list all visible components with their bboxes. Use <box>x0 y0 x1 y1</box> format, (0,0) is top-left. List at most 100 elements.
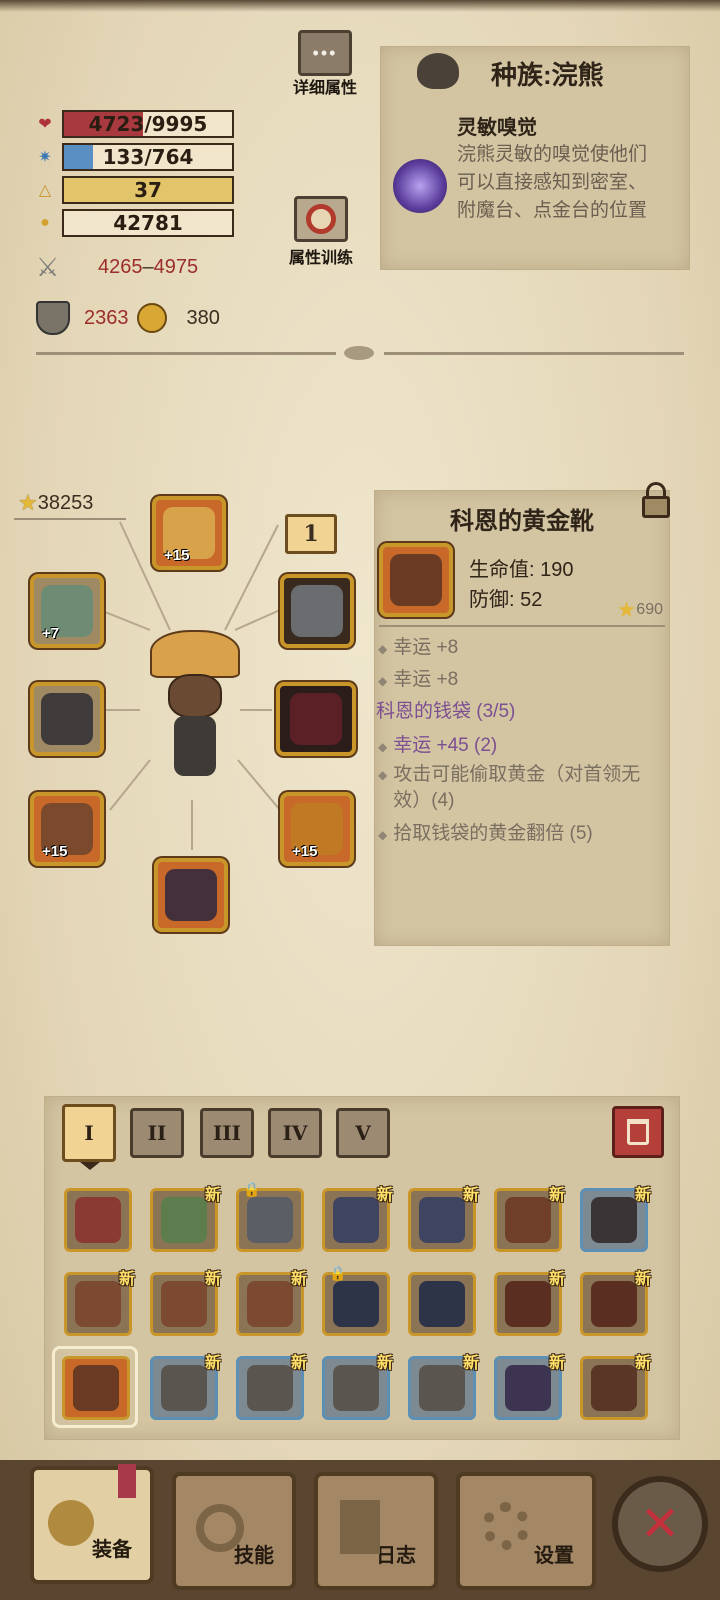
chest-slot[interactable] <box>276 682 356 756</box>
hp-value: 4723/9995 <box>88 112 208 136</box>
inventory-tab-1[interactable]: I <box>62 1104 116 1162</box>
inventory-tab-3[interactable]: III <box>200 1108 254 1158</box>
new-badge: 新 <box>290 1355 307 1372</box>
item-affix-1-text: 幸运 +8 <box>393 637 459 658</box>
inventory-slot[interactable]: 新 <box>494 1271 565 1336</box>
attack-row: ⚔ 4265 – 4975 <box>36 250 198 284</box>
inventory-slot[interactable] <box>408 1272 476 1336</box>
new-badge: 新 <box>548 1355 565 1372</box>
attack-min: 4265 <box>98 255 143 278</box>
new-badge: 新 <box>634 1187 651 1204</box>
inventory-slot-selected[interactable] <box>62 1356 130 1420</box>
item-set-bonus-3: ◆ 拾取钱袋的黄金翻倍 (5) <box>378 823 593 844</box>
inventory-tab-2[interactable]: II <box>130 1108 184 1158</box>
inventory-slot[interactable]: 新 <box>150 1271 221 1336</box>
inventory-slot[interactable]: 新 <box>494 1355 565 1420</box>
close-button[interactable]: ✕ <box>612 1476 708 1572</box>
leather-armor-icon <box>505 1197 551 1243</box>
new-badge: 新 <box>634 1271 651 1288</box>
item-set-bonus-3-text: 拾取钱袋的黄金翻倍 (5) <box>393 823 593 844</box>
inventory-tab-5[interactable]: V <box>336 1108 390 1158</box>
axe-icon <box>75 1197 121 1243</box>
leather-vest-icon <box>247 1281 293 1327</box>
set-count-badge[interactable]: 1 <box>285 514 337 554</box>
bow-icon <box>41 693 93 745</box>
inventory-slot[interactable]: 🔒 <box>322 1265 390 1336</box>
nav-equip-label: 装备 <box>92 1539 132 1561</box>
new-badge: 新 <box>204 1187 221 1204</box>
trait-description: 浣熊灵敏的嗅觉使他们可以直接感知到密室、附魔台、点金台的位置 <box>457 144 648 221</box>
level-triangle-icon: △ <box>38 182 52 199</box>
inventory-slot[interactable]: 新 <box>580 1187 651 1252</box>
training-button[interactable] <box>294 196 348 242</box>
boots-slot[interactable] <box>154 858 228 932</box>
trash-button[interactable] <box>612 1106 664 1158</box>
new-badge: 新 <box>548 1187 565 1204</box>
new-badge: 新 <box>118 1271 135 1288</box>
inventory-slot[interactable]: 新 <box>150 1187 221 1252</box>
inventory-tab-4[interactable]: IV <box>268 1108 322 1158</box>
inventory-slot[interactable]: 新 <box>236 1355 307 1420</box>
necklace-enhance-level: +7 <box>42 625 60 642</box>
item-set-bonus-2-text: 攻击可能偷取黄金（对首领无效）(4) <box>393 764 641 811</box>
inventory-slot[interactable]: 新 <box>408 1355 479 1420</box>
necklace-slot[interactable]: +7 <box>30 574 104 648</box>
star-icon: ★ <box>616 597 637 622</box>
weapon-slot[interactable] <box>30 682 104 756</box>
plate-armor-icon <box>333 1281 379 1327</box>
new-badge: 新 <box>376 1187 393 1204</box>
leather-pants-icon <box>591 1281 637 1327</box>
item-set-bonus-1: ◆ 幸运 +45 (2) <box>378 735 498 756</box>
armor-top-slot[interactable] <box>280 574 354 648</box>
leather-pants-icon <box>505 1281 551 1327</box>
inventory-slot[interactable]: 新 <box>236 1271 307 1336</box>
item-set-name: 科恩的钱袋 (3/5) <box>376 701 516 722</box>
inventory-slot[interactable] <box>64 1188 132 1252</box>
hp-row: ❤ 4723/9995 <box>34 110 234 138</box>
nav-skills-button[interactable]: 技能 <box>172 1472 296 1590</box>
helmet-mask-icon <box>247 1197 293 1243</box>
nav-settings-button[interactable]: 设置 <box>456 1472 596 1590</box>
inventory-slot[interactable]: 新 <box>322 1355 393 1420</box>
mp-row: ✷ 133/764 <box>34 143 234 171</box>
gold-value: 42781 <box>113 211 183 235</box>
level-value: 37 <box>134 178 162 202</box>
defense-value: 2363 <box>84 306 129 329</box>
spiked-boots-icon <box>333 1365 379 1411</box>
character-body <box>174 716 216 776</box>
details-button[interactable]: ••• <box>298 30 352 76</box>
nav-equip-button[interactable]: 装备 <box>30 1464 154 1584</box>
item-affix-2-text: 幸运 +8 <box>393 669 459 690</box>
hat-icon <box>150 630 240 678</box>
nav-skills-label: 技能 <box>234 1545 274 1567</box>
luck-coin-icon <box>136 303 167 333</box>
belt-slot[interactable]: +15 <box>280 792 354 866</box>
inventory-slot[interactable]: 新 <box>322 1187 393 1252</box>
mp-bar: 133/764 <box>62 143 234 171</box>
spiked-boots-icon <box>247 1365 293 1411</box>
helmet-slot[interactable]: +15 <box>152 496 226 570</box>
item-icon-frame <box>379 543 453 617</box>
item-stat-defense: 防御: 52 <box>469 589 543 611</box>
helmet-enhance-level: +15 <box>164 547 190 564</box>
inventory-slot[interactable]: 新 <box>150 1355 221 1420</box>
inventory-slot[interactable]: 新 <box>408 1187 479 1252</box>
inventory-slot[interactable]: 新 <box>494 1187 565 1252</box>
settings-gear-icon <box>482 1502 530 1550</box>
inventory-slot[interactable]: 新 <box>64 1271 135 1336</box>
set-count-value: 1 <box>303 521 319 547</box>
item-set-bonus-1-text: 幸运 +45 (2) <box>393 735 498 756</box>
item-score-value: 690 <box>636 601 663 618</box>
spiked-boots-icon <box>419 1365 465 1411</box>
inventory-slot[interactable]: 🔒 <box>236 1181 304 1252</box>
dark-armor-icon <box>290 693 342 745</box>
ring-slot[interactable]: +15 <box>30 792 104 866</box>
new-badge: 新 <box>290 1271 307 1288</box>
inventory-slot[interactable]: 新 <box>580 1355 651 1420</box>
unlock-icon[interactable] <box>636 482 676 520</box>
details-label: 详细属性 <box>292 80 357 97</box>
nav-log-button[interactable]: 日志 <box>314 1472 438 1590</box>
inventory-slot[interactable]: 新 <box>580 1271 651 1336</box>
trait-orb-icon <box>393 159 447 213</box>
nav-settings-label: 设置 <box>534 1545 574 1567</box>
